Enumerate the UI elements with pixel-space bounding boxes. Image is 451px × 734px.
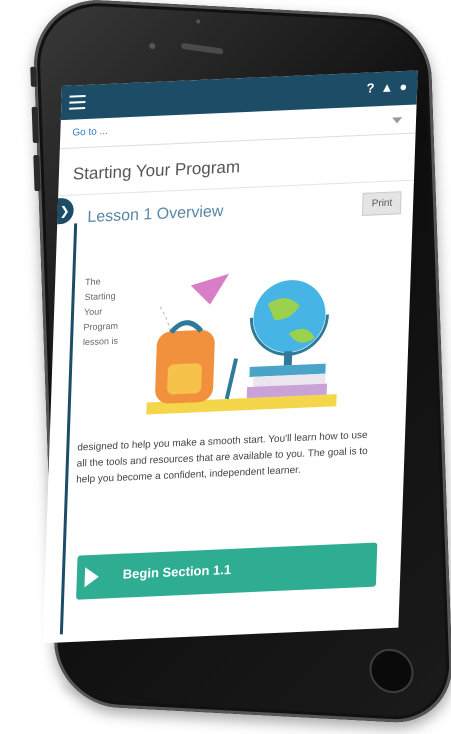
lesson-body: designed to help you make a smooth start… bbox=[76, 429, 368, 486]
menu-icon[interactable] bbox=[69, 94, 86, 110]
lesson-intro: The Starting Your Program lesson is bbox=[83, 273, 132, 350]
earpiece-speaker bbox=[181, 42, 224, 55]
print-button[interactable]: Print bbox=[362, 191, 402, 216]
bell-icon[interactable]: ▲ bbox=[380, 79, 393, 95]
proximity-sensor bbox=[196, 19, 201, 24]
goto-label: Go to ... bbox=[72, 126, 109, 139]
pencil-icon bbox=[224, 358, 239, 400]
home-button[interactable] bbox=[368, 647, 415, 695]
begin-section-label: Begin Section 1.1 bbox=[122, 561, 232, 582]
front-camera bbox=[149, 42, 156, 50]
app-screen: ? ▲ ● Go to ... Starting Your Program ❯ … bbox=[42, 70, 418, 644]
silent-switch bbox=[30, 66, 37, 88]
globe-icon bbox=[250, 280, 329, 366]
begin-section-button[interactable]: Begin Section 1.1 bbox=[76, 542, 378, 600]
lesson-illustration bbox=[146, 273, 337, 415]
intro-line: lesson is bbox=[82, 335, 119, 348]
play-icon bbox=[84, 566, 100, 588]
help-icon[interactable]: ? bbox=[366, 80, 374, 95]
books-icon bbox=[246, 363, 328, 399]
paper-plane-icon bbox=[190, 273, 230, 305]
chevron-down-icon bbox=[391, 117, 403, 124]
lesson-title: Lesson 1 Overview bbox=[87, 202, 224, 226]
top-nav-icons: ? ▲ ● bbox=[366, 79, 407, 96]
backpack-icon bbox=[155, 320, 215, 404]
volume-up-button bbox=[31, 106, 39, 144]
volume-down-button bbox=[33, 154, 41, 192]
user-icon[interactable]: ● bbox=[399, 79, 407, 94]
left-accent-rule bbox=[59, 223, 78, 635]
